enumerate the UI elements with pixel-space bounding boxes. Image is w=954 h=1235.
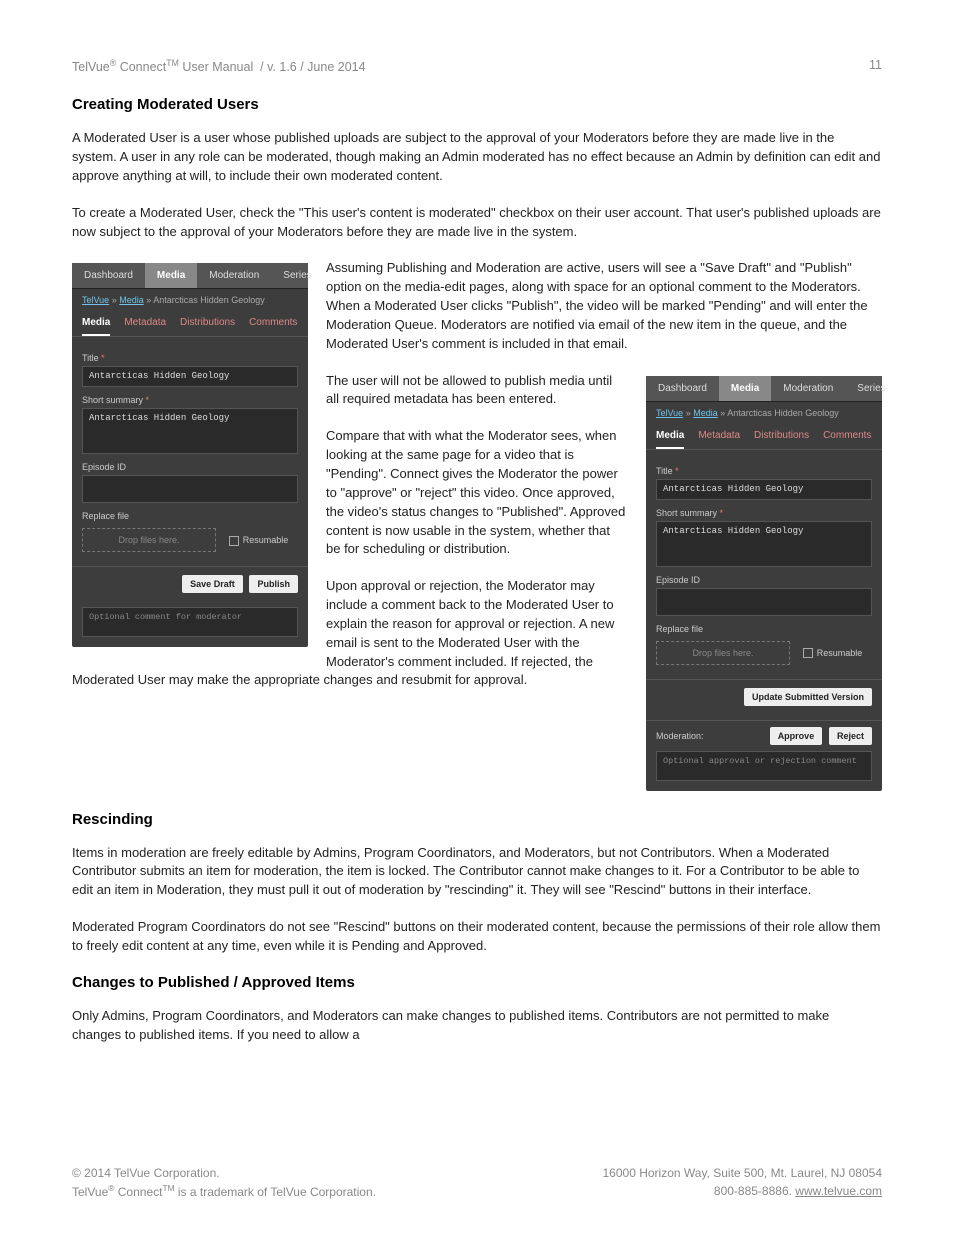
save-draft-button[interactable]: Save Draft bbox=[182, 575, 243, 593]
paragraph: Moderated Program Coordinators do not se… bbox=[72, 918, 882, 956]
crumb-link[interactable]: Media bbox=[119, 295, 144, 305]
page-number: 11 bbox=[869, 58, 882, 74]
nav-tab-dashboard[interactable]: Dashboard bbox=[646, 376, 719, 401]
mock-navbar: Dashboard Media Moderation Series bbox=[646, 376, 882, 402]
dropzone[interactable]: Drop files here. bbox=[82, 528, 216, 552]
nav-tab-series[interactable]: Series bbox=[271, 263, 323, 288]
moderation-label: Moderation: bbox=[656, 731, 704, 741]
crumb-current: Antarcticas Hidden Geology bbox=[727, 408, 839, 418]
episode-label: Episode ID bbox=[656, 575, 872, 585]
copyright: © 2014 TelVue Corporation. bbox=[72, 1164, 376, 1182]
replace-file-label: Replace file bbox=[82, 511, 298, 521]
breadcrumb: TelVue » Media » Antarcticas Hidden Geol… bbox=[72, 289, 308, 311]
heading-creating-moderated-users: Creating Moderated Users bbox=[72, 96, 882, 113]
title-label: Title bbox=[82, 353, 298, 363]
resumable-checkbox[interactable]: Resumable bbox=[229, 535, 289, 546]
nav-tab-moderation[interactable]: Moderation bbox=[771, 376, 845, 401]
trademark-notice: TelVue® ConnectTM is a trademark of TelV… bbox=[72, 1182, 376, 1201]
mock-form: Title Antarcticas Hidden Geology Short s… bbox=[646, 450, 882, 673]
heading-changes-published: Changes to Published / Approved Items bbox=[72, 974, 882, 991]
title-field[interactable]: Antarcticas Hidden Geology bbox=[82, 366, 298, 387]
page-header: TelVue® ConnectTM User Manual / v. 1.6 /… bbox=[72, 58, 882, 74]
subtab-media[interactable]: Media bbox=[656, 430, 684, 449]
contact: 800-885-8886. www.telvue.com bbox=[603, 1182, 883, 1200]
summary-field[interactable]: Antarcticas Hidden Geology bbox=[82, 408, 298, 454]
button-row: Save Draft Publish bbox=[72, 566, 308, 601]
screenshot-moderator-view: Dashboard Media Moderation Series TelVue… bbox=[646, 376, 882, 791]
subtab-metadata[interactable]: Metadata bbox=[698, 430, 740, 449]
subtab-comments[interactable]: Comments bbox=[249, 317, 297, 336]
breadcrumb: TelVue » Media » Antarcticas Hidden Geol… bbox=[646, 402, 882, 424]
paragraph: Items in moderation are freely editable … bbox=[72, 844, 882, 901]
summary-label: Short summary bbox=[656, 508, 872, 518]
subtab-distributions[interactable]: Distributions bbox=[754, 430, 809, 449]
mock-subnav: Media Metadata Distributions Comments bbox=[72, 311, 308, 337]
screenshot-user-view: Dashboard Media Moderation Series TelVue… bbox=[72, 263, 308, 647]
title-label: Title bbox=[656, 466, 872, 476]
subtab-metadata[interactable]: Metadata bbox=[124, 317, 166, 336]
nav-tab-dashboard[interactable]: Dashboard bbox=[72, 263, 145, 288]
mock-form: Title Antarcticas Hidden Geology Short s… bbox=[72, 337, 308, 560]
episode-field[interactable] bbox=[82, 475, 298, 503]
reject-button[interactable]: Reject bbox=[829, 727, 872, 745]
subtab-comments[interactable]: Comments bbox=[823, 430, 871, 449]
address: 16000 Horizon Way, Suite 500, Mt. Laurel… bbox=[603, 1164, 883, 1182]
crumb-link[interactable]: TelVue bbox=[656, 408, 683, 418]
episode-field[interactable] bbox=[656, 588, 872, 616]
dropzone[interactable]: Drop files here. bbox=[656, 641, 790, 665]
title-field[interactable]: Antarcticas Hidden Geology bbox=[656, 479, 872, 500]
moderator-comment-input[interactable]: Optional comment for moderator bbox=[82, 607, 298, 637]
resumable-checkbox[interactable]: Resumable bbox=[803, 648, 863, 659]
moderation-comment-input[interactable]: Optional approval or rejection comment bbox=[656, 751, 872, 781]
mock-navbar: Dashboard Media Moderation Series bbox=[72, 263, 308, 289]
document-page: TelVue® ConnectTM User Manual / v. 1.6 /… bbox=[0, 0, 954, 1235]
nav-tab-media[interactable]: Media bbox=[719, 376, 771, 401]
episode-label: Episode ID bbox=[82, 462, 298, 472]
crumb-link[interactable]: Media bbox=[693, 408, 718, 418]
approve-button[interactable]: Approve bbox=[770, 727, 823, 745]
crumb-link[interactable]: TelVue bbox=[82, 295, 109, 305]
paragraph: A Moderated User is a user whose publish… bbox=[72, 129, 882, 186]
button-row: Update Submitted Version bbox=[646, 679, 882, 714]
subtab-media[interactable]: Media bbox=[82, 317, 110, 336]
website-link[interactable]: www.telvue.com bbox=[795, 1184, 882, 1198]
summary-label: Short summary bbox=[82, 395, 298, 405]
paragraph: Only Admins, Program Coordinators, and M… bbox=[72, 1007, 882, 1045]
summary-field[interactable]: Antarcticas Hidden Geology bbox=[656, 521, 872, 567]
heading-rescinding: Rescinding bbox=[72, 811, 882, 828]
paragraph: To create a Moderated User, check the "T… bbox=[72, 204, 882, 242]
replace-file-label: Replace file bbox=[656, 624, 872, 634]
nav-tab-moderation[interactable]: Moderation bbox=[197, 263, 271, 288]
page-footer: © 2014 TelVue Corporation. TelVue® Conne… bbox=[72, 1164, 882, 1201]
nav-tab-series[interactable]: Series bbox=[845, 376, 897, 401]
crumb-current: Antarcticas Hidden Geology bbox=[153, 295, 265, 305]
mock-subnav: Media Metadata Distributions Comments bbox=[646, 424, 882, 450]
header-title: TelVue® ConnectTM User Manual / v. 1.6 /… bbox=[72, 58, 366, 74]
publish-button[interactable]: Publish bbox=[249, 575, 298, 593]
moderation-row: Moderation: Approve Reject bbox=[646, 720, 882, 745]
nav-tab-media[interactable]: Media bbox=[145, 263, 197, 288]
update-submitted-button[interactable]: Update Submitted Version bbox=[744, 688, 872, 706]
subtab-distributions[interactable]: Distributions bbox=[180, 317, 235, 336]
